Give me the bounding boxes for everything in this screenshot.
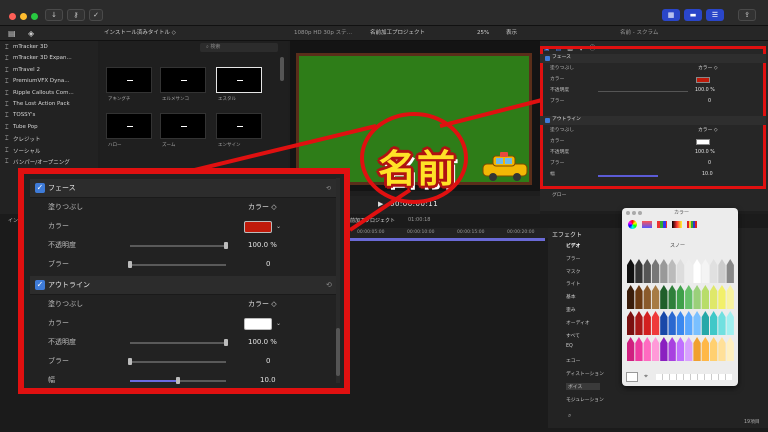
slider-knob[interactable]: [176, 377, 180, 384]
slider-fill: [130, 380, 178, 382]
zoom-scrollbar-thumb[interactable]: [336, 328, 340, 376]
slider-knob[interactable]: [224, 339, 228, 346]
zoom-outline-opacity-row: 不透明度 100.0 %: [30, 333, 338, 352]
zoom-face-header[interactable]: ✓ フェース ⟲: [30, 179, 338, 198]
outline-checkbox[interactable]: ✓: [35, 280, 45, 290]
zoom-fill-label: 塗りつぶし: [48, 203, 84, 211]
zoom-outline-color-well[interactable]: [244, 318, 272, 330]
slider-knob[interactable]: [128, 261, 132, 268]
reset-icon[interactable]: ⟲: [326, 179, 331, 198]
zoom-color-label: カラー: [48, 222, 69, 230]
zoom-outline-width-value[interactable]: 10.0: [260, 371, 276, 390]
zoom-face-color-well[interactable]: [244, 221, 272, 233]
slider-knob[interactable]: [128, 358, 132, 365]
zoom-outline-opacity-value[interactable]: 100.0 %: [248, 333, 277, 352]
zoom-outline-blur-row: ブラー 0: [30, 352, 338, 371]
zoom-face-fill-row: 塗りつぶし カラー ◇: [30, 198, 338, 217]
zoom-outline-blur-value[interactable]: 0: [266, 352, 270, 371]
zoom-blur-label: ブラー: [48, 357, 69, 365]
zoom-face-blur-slider[interactable]: [130, 264, 226, 266]
zoom-face-color-row: カラー ⌄: [30, 217, 338, 236]
zoom-face-blur-row: ブラー 0: [30, 255, 338, 274]
zoomed-inspector-callout: ✓ フェース ⟲ 塗りつぶし カラー ◇ カラー ⌄ 不透明度 100.0 % …: [18, 168, 350, 394]
face-checkbox[interactable]: ✓: [35, 183, 45, 193]
zoom-face-opacity-value[interactable]: 100.0 %: [248, 236, 277, 255]
zoom-fill-select[interactable]: カラー ◇: [248, 198, 277, 217]
zoom-outline-opacity-slider[interactable]: [130, 342, 226, 344]
slider-knob[interactable]: [224, 242, 228, 249]
zoom-scrollbar-track[interactable]: [336, 178, 340, 383]
zoom-outline-color-row: カラー ⌄: [30, 314, 338, 333]
zoom-fill-label: 塗りつぶし: [48, 300, 84, 308]
zoom-face-title: フェース: [48, 184, 76, 192]
chevron-down-icon[interactable]: ⌄: [276, 217, 281, 236]
zoom-outline-blur-slider[interactable]: [130, 361, 226, 363]
zoom-face-opacity-slider[interactable]: [130, 245, 226, 247]
zoom-color-label: カラー: [48, 319, 69, 327]
zoom-blur-label: ブラー: [48, 260, 69, 268]
zoom-outline-fill-row: 塗りつぶし カラー ◇: [30, 295, 338, 314]
zoom-opacity-label: 不透明度: [48, 241, 76, 249]
zoom-opacity-label: 不透明度: [48, 338, 76, 346]
zoom-face-blur-value[interactable]: 0: [266, 255, 270, 274]
zoom-outline-header[interactable]: ✓ アウトライン ⟲: [30, 276, 338, 295]
zoom-outline-title: アウトライン: [48, 281, 90, 289]
zoom-face-opacity-row: 不透明度 100.0 %: [30, 236, 338, 255]
zoom-outline-width-row: 幅 10.0: [30, 371, 338, 390]
chevron-down-icon[interactable]: ⌄: [276, 314, 281, 333]
zoom-width-label: 幅: [48, 376, 55, 384]
zoom-fill-select[interactable]: カラー ◇: [248, 295, 277, 314]
reset-icon[interactable]: ⟲: [326, 276, 332, 295]
